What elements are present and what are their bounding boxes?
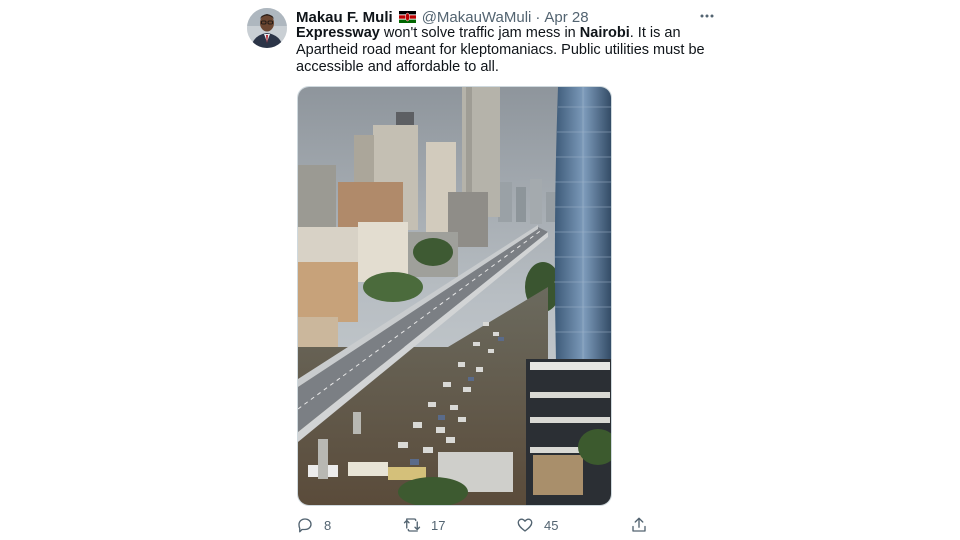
retweet-button[interactable]: 17 (403, 516, 445, 534)
reply-icon (298, 518, 312, 533)
share-button[interactable] (630, 516, 648, 534)
separator-dot: · (535, 8, 541, 26)
author-handle[interactable]: @MakauWaMuli (422, 9, 532, 26)
tweet-card[interactable]: Makau F. Muli @MakauWaMuli · Apr 28 Expr… (0, 0, 960, 540)
tweet-text-part-2: won't solve traffic jam mess in (379, 25, 580, 41)
author-name[interactable]: Makau F. Muli (296, 9, 393, 26)
reply-button[interactable]: 8 (296, 516, 331, 534)
avatar[interactable] (247, 8, 287, 48)
tweet-actions: 8 17 45 (296, 516, 656, 536)
like-count: 45 (544, 517, 559, 533)
retweet-icon (403, 518, 421, 532)
heart-icon (517, 518, 533, 532)
tweet-header: Makau F. Muli @MakauWaMuli · Apr 28 (296, 7, 589, 27)
tweet-text-bold-2[interactable]: Nairobi (580, 25, 630, 41)
reply-count: 8 (324, 517, 332, 533)
tweet-photo[interactable] (297, 86, 612, 506)
kenya-flag-icon (398, 11, 416, 23)
retweet-count: 17 (431, 517, 446, 533)
tweet-text: Expressway won't solve traffic jam mess … (296, 25, 726, 76)
tweet-text-bold-1[interactable]: Expressway (296, 25, 380, 41)
like-button[interactable]: 45 (516, 516, 558, 534)
more-horizontal-icon[interactable] (697, 6, 717, 26)
share-icon (632, 517, 646, 532)
tweet-date[interactable]: Apr 28 (544, 9, 588, 26)
